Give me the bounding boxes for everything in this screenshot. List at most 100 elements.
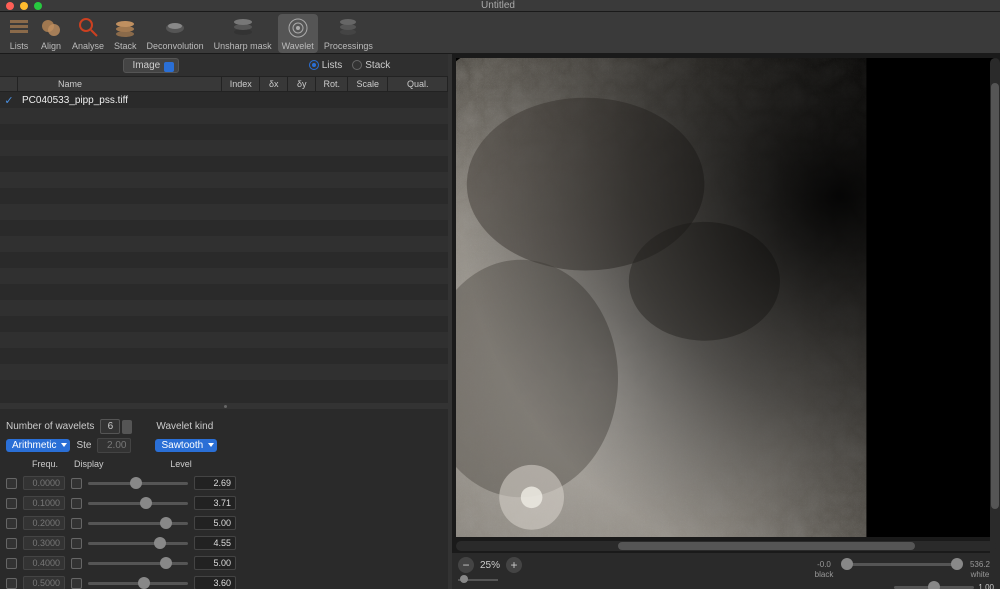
toolbar-label: Stack — [114, 41, 137, 51]
lists-stack-radio-group: Lists Stack — [309, 60, 391, 71]
list-row-empty — [0, 300, 448, 316]
col-dy[interactable]: δy — [288, 77, 316, 91]
row-checkbox[interactable]: ✓ — [0, 94, 18, 107]
list-column-headers: Name Index δx δy Rot. Scale Qual. — [0, 76, 448, 92]
layer-level-slider[interactable] — [88, 556, 188, 570]
col-index[interactable]: Index — [222, 77, 260, 91]
toolbar-analyse[interactable]: Analyse — [68, 14, 108, 53]
list-row-empty — [0, 332, 448, 348]
col-dx[interactable]: δx — [260, 77, 288, 91]
stepper-arrows-icon[interactable] — [122, 420, 132, 434]
layer-freq-checkbox[interactable] — [6, 578, 17, 589]
wavelet-layer-row: 0.2000 5.00 — [6, 513, 442, 533]
align-icon — [40, 16, 62, 40]
layer-freq-checkbox[interactable] — [6, 478, 17, 489]
wavelet-layer-row: 0.0000 2.69 — [6, 473, 442, 493]
main-toolbar: Lists Align Analyse Stack Deconvolution … — [0, 12, 1000, 54]
step-label: Ste — [76, 440, 91, 451]
col-check[interactable] — [0, 77, 18, 91]
window-title: Untitled — [2, 0, 994, 11]
layer-freq-field[interactable]: 0.5000 — [23, 576, 65, 589]
layer-level-slider[interactable] — [88, 496, 188, 510]
toolbar-align[interactable]: Align — [36, 14, 66, 53]
toolbar-label: Deconvolution — [147, 41, 204, 51]
zoom-slider[interactable] — [458, 575, 498, 585]
layer-display-checkbox[interactable] — [71, 478, 82, 489]
col-scale[interactable]: Scale — [348, 77, 388, 91]
white-label: white — [966, 570, 994, 579]
viewer-horizontal-scrollbar[interactable] — [456, 541, 996, 551]
layer-display-checkbox[interactable] — [71, 538, 82, 549]
file-list-area: Image Lists Stack Name Index δx δy Rot. … — [0, 54, 448, 403]
white-value: 536.2 — [966, 560, 994, 569]
list-row-empty — [0, 124, 448, 140]
toolbar-lists[interactable]: Lists — [4, 14, 34, 53]
col-rot[interactable]: Rot. — [316, 77, 348, 91]
toolbar-label: Lists — [10, 41, 29, 51]
layer-level-field[interactable]: 5.00 — [194, 516, 236, 530]
layer-level-slider[interactable] — [88, 516, 188, 530]
toolbar-wavelet[interactable]: Wavelet — [278, 14, 318, 53]
toolbar-label: Align — [41, 41, 61, 51]
viewer-vertical-scrollbar[interactable] — [990, 58, 1000, 559]
wavelet-panel: Number of wavelets 6 Wavelet kind Arithm… — [0, 409, 448, 589]
horizontal-splitter[interactable] — [0, 403, 448, 409]
layer-freq-checkbox[interactable] — [6, 538, 17, 549]
black-label: black — [810, 570, 838, 579]
toolbar-processings[interactable]: Processings — [320, 14, 377, 53]
layer-level-field[interactable]: 3.71 — [194, 496, 236, 510]
layer-freq-checkbox[interactable] — [6, 518, 17, 529]
toolbar-label: Analyse — [72, 41, 104, 51]
image-viewer[interactable] — [456, 58, 996, 537]
analyse-icon — [77, 16, 99, 40]
layer-level-field[interactable]: 4.55 — [194, 536, 236, 550]
layer-level-slider[interactable] — [88, 536, 188, 550]
wavelet-layer-row: 0.3000 4.55 — [6, 533, 442, 553]
layer-freq-field[interactable]: 0.4000 — [23, 556, 65, 570]
list-row-empty — [0, 172, 448, 188]
toolbar-unsharp-mask[interactable]: Unsharp mask — [210, 14, 276, 53]
black-white-slider[interactable] — [842, 557, 962, 571]
layer-level-field[interactable]: 3.60 — [194, 576, 236, 589]
wavelet-kind-select[interactable]: Sawtooth — [155, 439, 217, 452]
num-wavelets-stepper[interactable]: 6 — [100, 419, 132, 434]
layer-display-checkbox[interactable] — [71, 518, 82, 529]
layer-freq-field[interactable]: 0.2000 — [23, 516, 65, 530]
col-name[interactable]: Name — [18, 77, 222, 91]
layer-level-slider[interactable] — [88, 576, 188, 589]
layer-freq-checkbox[interactable] — [6, 558, 17, 569]
image-viewer-pane: − 25% + -0.0 536.2 black — [452, 54, 1000, 589]
unsharp-icon — [232, 16, 254, 40]
radio-lists[interactable]: Lists — [309, 60, 343, 71]
layer-freq-field[interactable]: 0.1000 — [23, 496, 65, 510]
wavelet-layer-row: 0.4000 5.00 — [6, 553, 442, 573]
list-row-empty — [0, 268, 448, 284]
wavelet-algorithm-select[interactable]: Arithmetic — [6, 439, 70, 452]
layer-level-slider[interactable] — [88, 476, 188, 490]
layer-display-checkbox[interactable] — [71, 578, 82, 589]
zoom-out-button[interactable]: − — [458, 557, 474, 573]
layer-freq-field[interactable]: 0.3000 — [23, 536, 65, 550]
list-row-empty — [0, 316, 448, 332]
layer-display-checkbox[interactable] — [71, 558, 82, 569]
wavelet-layers-container: 0.0000 2.69 0.1000 3.71 0.2000 5.00 0.3000 4.55… — [6, 473, 442, 589]
view-mode-select[interactable]: Image — [123, 58, 179, 73]
list-row[interactable]: ✓PC040533_pipp_pss.tiff — [0, 92, 448, 108]
list-row-empty — [0, 284, 448, 300]
step-value-field[interactable]: 2.00 — [97, 438, 131, 453]
toolbar-deconvolution[interactable]: Deconvolution — [143, 14, 208, 53]
radio-stack[interactable]: Stack — [352, 60, 390, 71]
col-qual[interactable]: Qual. — [388, 77, 448, 91]
gamma-value: 1.00 — [978, 583, 994, 589]
zoom-in-button[interactable]: + — [506, 557, 522, 573]
gamma-slider[interactable] — [894, 580, 974, 589]
moon-image — [456, 58, 996, 537]
layer-freq-checkbox[interactable] — [6, 498, 17, 509]
toolbar-stack[interactable]: Stack — [110, 14, 141, 53]
layer-display-checkbox[interactable] — [71, 498, 82, 509]
layer-level-field[interactable]: 2.69 — [194, 476, 236, 490]
layer-freq-field[interactable]: 0.0000 — [23, 476, 65, 490]
viewer-bottom-controls: − 25% + -0.0 536.2 black — [452, 553, 1000, 589]
layer-level-field[interactable]: 5.00 — [194, 556, 236, 570]
list-rows-container[interactable]: ✓PC040533_pipp_pss.tiff — [0, 92, 448, 403]
